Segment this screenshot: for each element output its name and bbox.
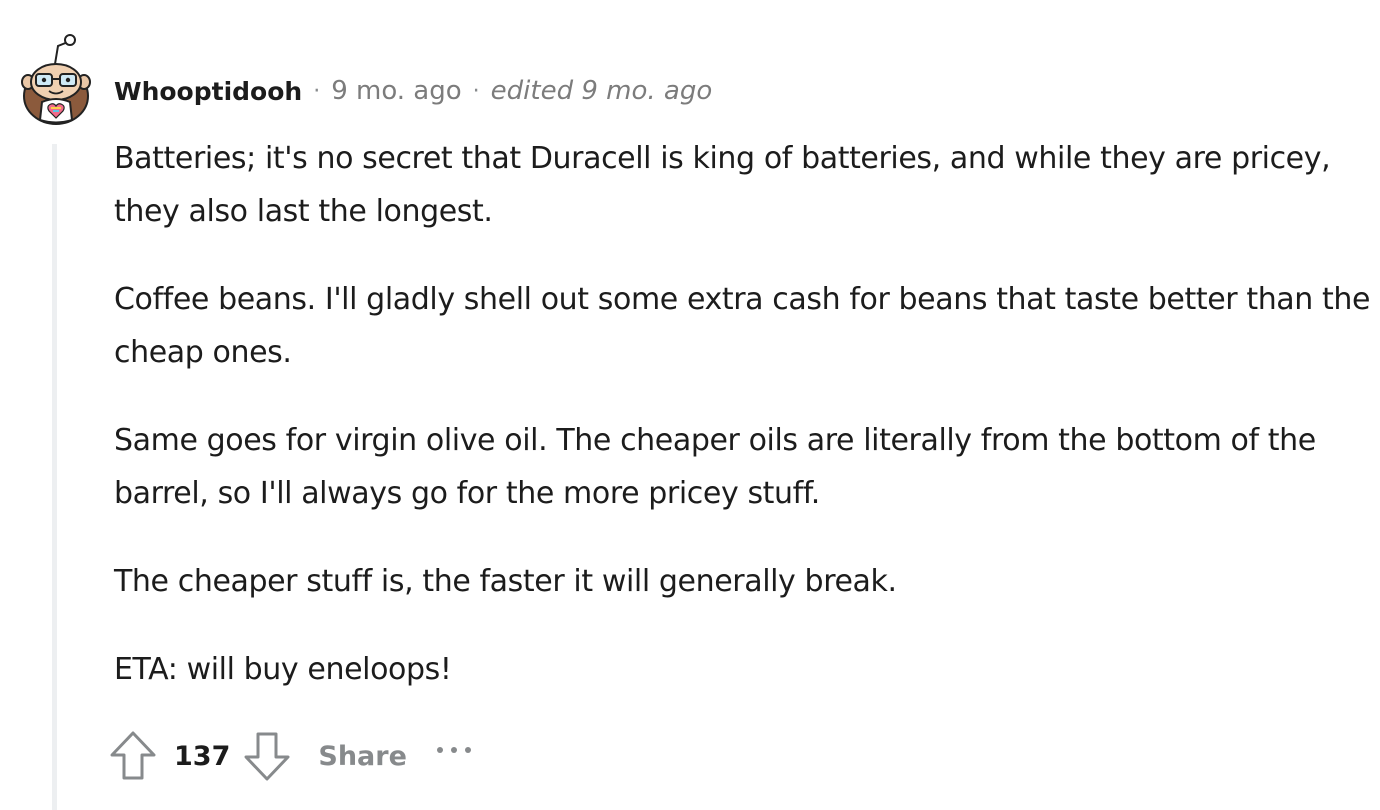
comment-paragraph: Same goes for virgin olive oil. The chea… (114, 423, 1316, 511)
upvote-icon[interactable] (108, 730, 158, 782)
thread-line[interactable] (52, 144, 57, 810)
dot (450, 747, 457, 753)
separator-dot: · (472, 78, 480, 104)
edited-label: edited 9 mo. ago (490, 76, 713, 106)
comment-header: Whooptidooh · 9 mo. ago · edited 9 mo. a… (114, 72, 712, 110)
downvote-icon[interactable] (242, 730, 292, 782)
more-options-icon[interactable] (436, 740, 479, 760)
separator-dot: · (313, 78, 321, 104)
dot (464, 747, 471, 753)
comment-paragraph: Coffee beans. I'll gladly shell out some… (114, 282, 1371, 370)
snoo-avatar-icon (21, 34, 91, 125)
avatar[interactable] (18, 30, 94, 126)
comment-paragraph: ETA: will buy eneloops! (114, 652, 452, 687)
comment-actions: 137 Share (108, 728, 479, 784)
comment-body: Batteries; it's no secret that Duracell … (114, 132, 1374, 731)
comment-paragraph: Batteries; it's no secret that Duracell … (114, 141, 1331, 229)
share-button[interactable]: Share (318, 741, 407, 772)
dot (436, 747, 443, 753)
username[interactable]: Whooptidooh (114, 77, 302, 106)
comment-paragraph: The cheaper stuff is, the faster it will… (114, 564, 897, 599)
vote-score: 137 (174, 740, 231, 772)
timestamp[interactable]: 9 mo. ago (331, 76, 461, 106)
